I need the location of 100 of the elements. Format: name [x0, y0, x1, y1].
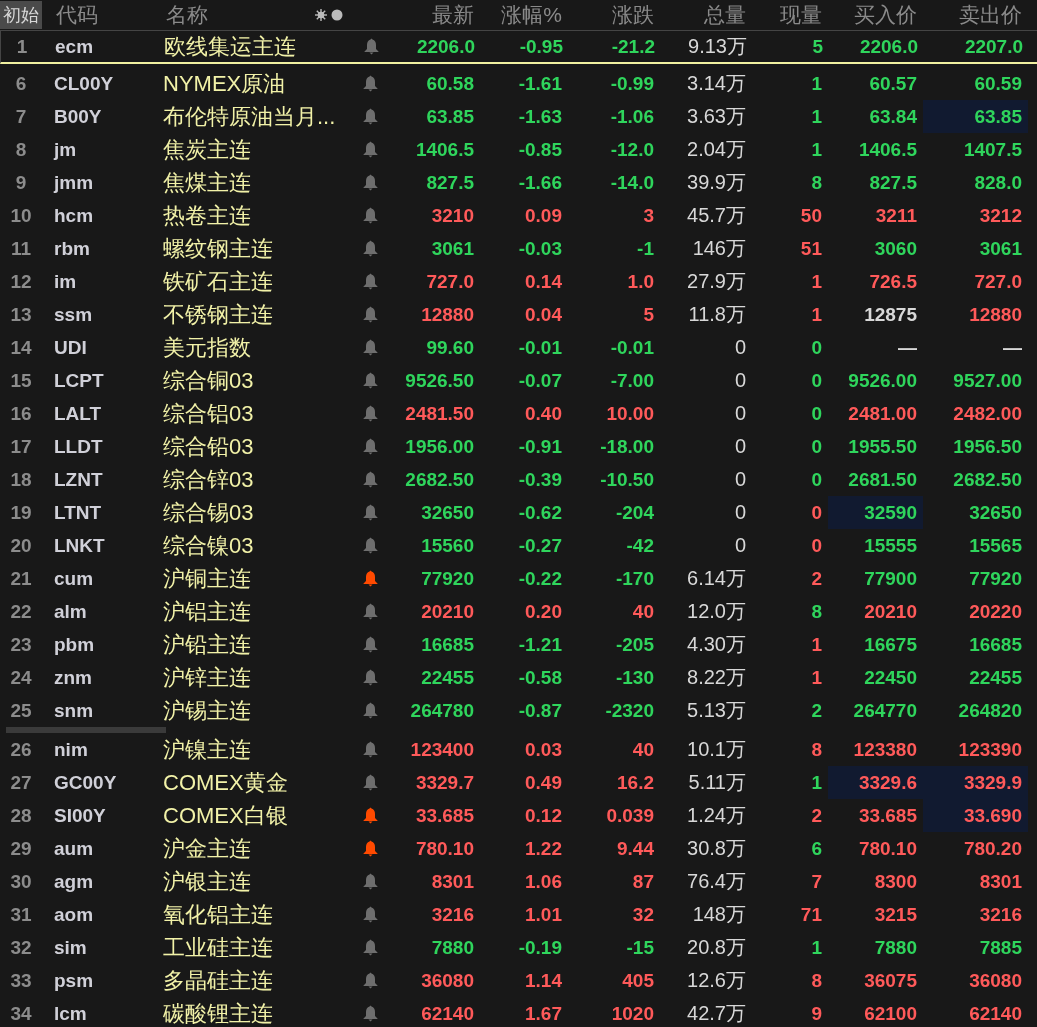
table-cell-text: -0.03 — [517, 237, 563, 261]
table-cell-text: nim — [53, 738, 89, 761]
table-cell: 32590 — [828, 496, 923, 529]
column-header[interactable]: 代码 — [42, 1, 160, 29]
table-cell-text: 沪铜主连 — [162, 564, 252, 593]
table-cell-text: -1.63 — [517, 105, 563, 129]
bell-icon[interactable] — [362, 906, 378, 923]
bell-icon[interactable] — [362, 504, 378, 521]
table-cell-text: 3216 — [978, 903, 1023, 927]
table-cell-text: 8 — [810, 738, 823, 762]
bell-icon[interactable] — [362, 306, 378, 323]
bell-icon[interactable] — [362, 339, 378, 356]
bell-icon[interactable] — [362, 174, 378, 191]
table-cell-text: 405 — [621, 969, 655, 993]
bell-icon[interactable] — [362, 873, 378, 890]
table-cell-text: 0.14 — [524, 270, 563, 294]
bell-icon[interactable] — [362, 471, 378, 488]
table-cell-text: -170 — [614, 567, 655, 591]
bell-icon[interactable] — [362, 603, 378, 620]
bell-icon[interactable] — [362, 207, 378, 224]
table-cell-text: 5.13万 — [686, 698, 747, 723]
table-cell-text: 5 — [642, 303, 655, 327]
column-header[interactable]: 现量 — [752, 1, 828, 29]
column-header[interactable]: 总量 — [660, 1, 752, 29]
bell-icon[interactable] — [362, 741, 378, 758]
row-number: 33 — [9, 969, 33, 992]
bell-icon[interactable] — [362, 438, 378, 455]
table-cell-text: -10.50 — [599, 468, 655, 492]
pinned-row[interactable]: 1 ecm 欧线集运主连 2206.0 -0.95 -21.2 9.13万 5 2206.0 2207.0 — [0, 30, 1037, 64]
table-cell-text: -0.39 — [517, 468, 563, 492]
column-header[interactable]: 名称 — [160, 1, 355, 29]
table-cell-text: 沪铅主连 — [162, 630, 252, 659]
column-header[interactable]: 卖出价 — [923, 1, 1028, 29]
bell-icon[interactable] — [362, 972, 378, 989]
table-cell-text: 1020 — [610, 1002, 655, 1026]
bell-icon[interactable] — [362, 939, 378, 956]
table-cell-text: 727.0 — [425, 270, 475, 294]
row-number: 8 — [14, 138, 28, 161]
table-cell-text: 2206.0 — [415, 35, 476, 59]
table-cell-text: 3329.7 — [414, 771, 475, 795]
table-cell-text: 77920 — [968, 567, 1023, 591]
table-cell-text: -204 — [614, 501, 655, 525]
column-header[interactable]: 买入价 — [828, 1, 923, 29]
table-cell-text: -0.07 — [517, 369, 563, 393]
bell-icon[interactable] — [362, 537, 378, 554]
column-header[interactable]: 最新 — [385, 1, 480, 29]
table-cell-text: 3 — [642, 204, 655, 228]
table-cell-text: 氧化铝主连 — [162, 900, 274, 929]
bell-icon[interactable] — [362, 141, 378, 158]
table-cell-text: -1.66 — [517, 171, 563, 195]
scrollbar[interactable] — [6, 727, 166, 733]
bell-icon[interactable] — [362, 1005, 378, 1022]
sun-dot-icon[interactable] — [315, 8, 345, 22]
table-cell-text: 71 — [799, 903, 823, 927]
table-cell-text: 综合铅03 — [162, 432, 255, 461]
table-cell-text: 7880 — [873, 936, 918, 960]
bell-icon[interactable] — [362, 669, 378, 686]
row-number: 15 — [9, 369, 33, 392]
table-cell-text: 1.24万 — [686, 803, 747, 828]
table-cell-text: -0.95 — [518, 35, 564, 59]
table-cell-text: 827.5 — [868, 171, 918, 195]
table-cell-text: 1.67 — [524, 1002, 563, 1026]
bell-icon[interactable] — [362, 840, 378, 857]
table-cell-text: 16685 — [968, 633, 1023, 657]
bell-icon[interactable] — [362, 570, 378, 587]
bell-icon[interactable] — [362, 75, 378, 92]
table-cell-text: -0.91 — [517, 435, 563, 459]
table-cell-text: 1 — [810, 303, 823, 327]
bell-icon[interactable] — [362, 240, 378, 257]
table-cell-text: 9527.00 — [952, 369, 1023, 393]
bell-icon[interactable] — [362, 636, 378, 653]
bell-icon[interactable] — [362, 774, 378, 791]
bell-icon[interactable] — [363, 38, 379, 55]
row-number: 29 — [9, 837, 33, 860]
bell-icon[interactable] — [362, 372, 378, 389]
table-cell-text: 0 — [733, 434, 747, 459]
reset-button[interactable]: 初始 — [0, 1, 42, 29]
table-cell-text: 1 — [810, 936, 823, 960]
table-cell-text: 5.11万 — [687, 770, 747, 795]
table-cell-text: 沪金主连 — [162, 834, 252, 863]
table-cell-text: GC00Y — [53, 771, 118, 794]
row-number: 19 — [9, 501, 33, 524]
table-cell-text: 1407.5 — [962, 138, 1023, 162]
table-cell-text: LCPT — [53, 369, 105, 392]
table-cell-text: LLDT — [53, 435, 104, 458]
column-header[interactable]: 涨幅% — [480, 1, 568, 29]
table-cell-text: 螺纹钢主连 — [162, 234, 274, 263]
table-cell-text: 沪镍主连 — [162, 735, 252, 764]
row-number: 27 — [9, 771, 33, 794]
column-header[interactable]: 涨跌 — [568, 1, 660, 29]
table-cell-text: -1.06 — [609, 105, 655, 129]
table-cell-text: 16.2 — [616, 771, 655, 795]
bell-icon[interactable] — [362, 108, 378, 125]
table-cell-text: 1956.00 — [404, 435, 475, 459]
bell-icon[interactable] — [362, 702, 378, 719]
table-cell-text: 51 — [799, 237, 823, 261]
bell-icon[interactable] — [362, 807, 378, 824]
bell-icon[interactable] — [362, 405, 378, 422]
table-cell-text: 多晶硅主连 — [162, 966, 274, 995]
bell-icon[interactable] — [362, 273, 378, 290]
